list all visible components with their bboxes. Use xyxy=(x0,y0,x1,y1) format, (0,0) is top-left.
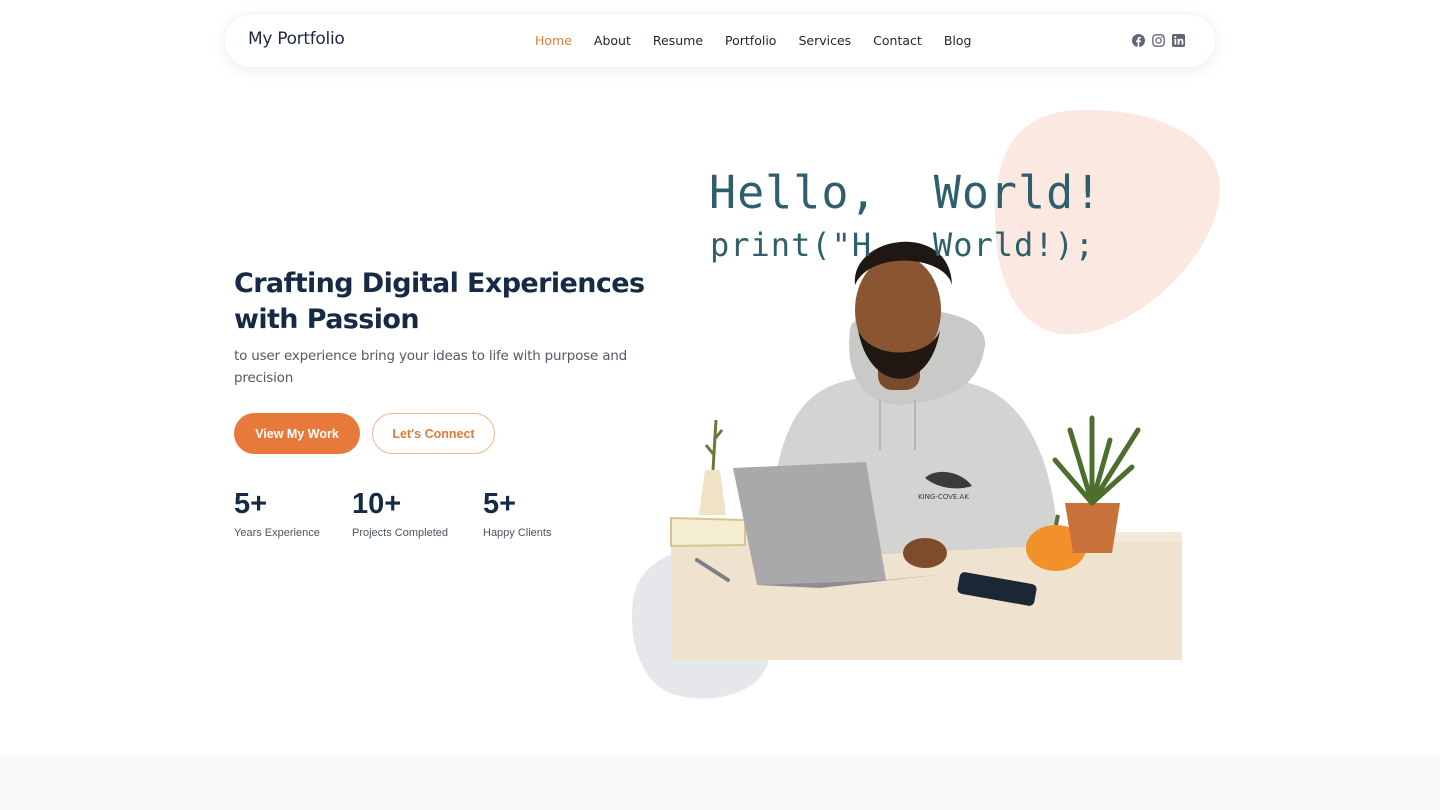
stat-value: 5+ xyxy=(234,488,268,520)
nav-resume[interactable]: Resume xyxy=(653,33,703,49)
nav-home[interactable]: Home xyxy=(535,33,572,49)
stat-years: 5+ Years Experience xyxy=(234,488,320,539)
nav-blog[interactable]: Blog xyxy=(944,33,972,49)
vase xyxy=(699,470,726,515)
stat-label: Happy Clients xyxy=(483,527,552,539)
stat-value: 5+ xyxy=(483,488,517,520)
main-nav: Home About Resume Portfolio Services Con… xyxy=(535,33,993,49)
site-header: My Portfolio Home About Resume Portfolio… xyxy=(225,15,1215,67)
nav-contact[interactable]: Contact xyxy=(873,33,922,49)
instagram-icon[interactable] xyxy=(1152,34,1165,47)
social-links xyxy=(1132,34,1185,47)
stat-value: 10+ xyxy=(352,488,402,520)
site-logo[interactable]: My Portfolio xyxy=(248,29,345,49)
nav-portfolio[interactable]: Portfolio xyxy=(725,33,776,49)
hero-subtitle: to user experience bring your ideas to l… xyxy=(234,348,628,386)
facebook-icon[interactable] xyxy=(1132,34,1145,47)
hoodie-text: KING-COVE.AK xyxy=(918,493,969,501)
view-my-work-button[interactable]: View My Work xyxy=(234,413,360,454)
nav-services[interactable]: Services xyxy=(798,33,851,49)
stat-clients: 5+ Happy Clients xyxy=(483,488,551,539)
next-section-band xyxy=(0,755,1440,810)
lets-connect-button[interactable]: Let's Connect xyxy=(372,413,495,454)
stat-projects: 10+ Projects Completed xyxy=(352,488,448,539)
stat-label: Years Experience xyxy=(234,527,320,539)
code-text-hello: Hello, World! xyxy=(709,166,1103,219)
laptop xyxy=(733,462,886,585)
hero-title: Crafting Digital Experiences with Passio… xyxy=(234,268,645,335)
nav-about[interactable]: About xyxy=(594,33,631,49)
code-text-print: print("H World!); xyxy=(710,226,1096,264)
plant-pot xyxy=(1065,503,1120,553)
peach-blob xyxy=(995,109,1221,335)
book xyxy=(670,516,746,548)
linkedin-icon[interactable] xyxy=(1172,34,1185,47)
stat-label: Projects Completed xyxy=(352,527,448,539)
